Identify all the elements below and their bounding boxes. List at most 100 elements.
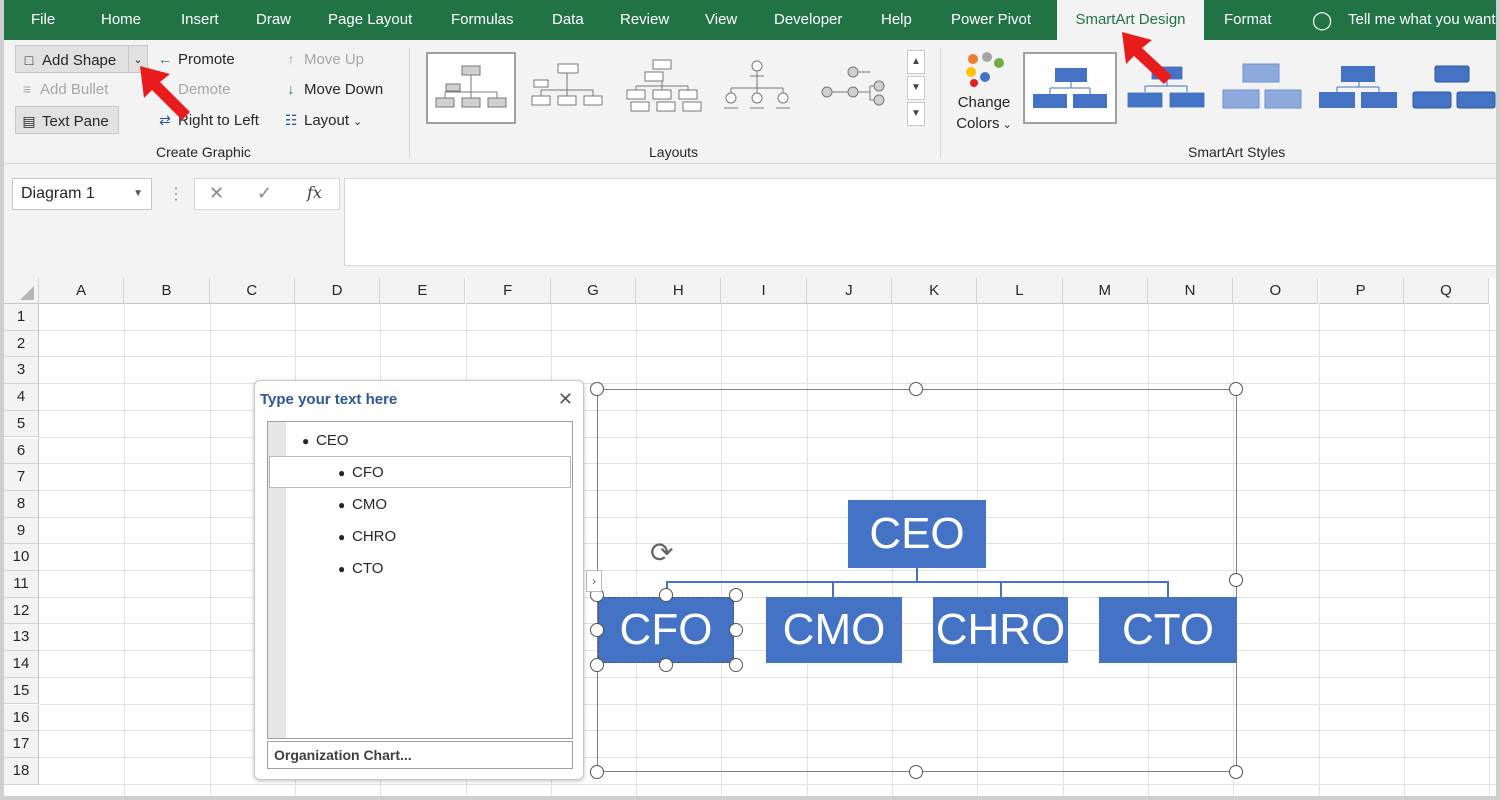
- row-header[interactable]: 8: [4, 490, 39, 518]
- column-header[interactable]: O: [1233, 278, 1319, 304]
- org-node-cto[interactable]: CTO: [1099, 597, 1237, 663]
- smartart-style-1[interactable]: [1023, 52, 1117, 124]
- column-header[interactable]: B: [124, 278, 210, 304]
- layout-option-5[interactable]: [810, 52, 900, 124]
- insert-function-icon[interactable]: fx: [307, 183, 322, 202]
- shape-resize-handle[interactable]: [659, 588, 673, 602]
- row-header[interactable]: 7: [4, 464, 39, 491]
- resize-handle[interactable]: [1229, 573, 1243, 587]
- smartart-style-4[interactable]: [1313, 52, 1407, 124]
- layout-option-4[interactable]: [714, 52, 804, 124]
- list-item[interactable]: ● CMO: [338, 496, 387, 513]
- move-down-button[interactable]: ↓ Move Down: [282, 75, 384, 103]
- row-header[interactable]: 17: [4, 731, 39, 758]
- tell-me-box[interactable]: Tell me what you want to do: [1348, 0, 1496, 40]
- list-item[interactable]: ● CEO: [302, 432, 349, 449]
- rotate-handle-icon[interactable]: ⟳: [650, 536, 673, 569]
- column-header[interactable]: N: [1147, 278, 1234, 304]
- row-header[interactable]: 1: [4, 304, 39, 331]
- resize-handle[interactable]: [1229, 765, 1243, 779]
- org-node-cmo[interactable]: CMO: [766, 597, 902, 663]
- enter-check-icon[interactable]: ✓: [257, 183, 272, 204]
- row-header[interactable]: 10: [4, 544, 39, 571]
- row-header[interactable]: 12: [4, 597, 39, 625]
- row-header[interactable]: 14: [4, 651, 39, 678]
- list-item[interactable]: ● CTO: [338, 560, 383, 577]
- shape-resize-handle[interactable]: [659, 658, 673, 672]
- tab-data[interactable]: Data: [552, 0, 584, 40]
- row-header[interactable]: 16: [4, 704, 39, 732]
- tab-home[interactable]: Home: [101, 0, 141, 40]
- row-header[interactable]: 4: [4, 384, 39, 411]
- column-header[interactable]: K: [892, 278, 978, 304]
- add-bullet-button[interactable]: ≡ Add Bullet: [18, 75, 108, 103]
- row-header[interactable]: 2: [4, 330, 39, 358]
- layouts-scroll-up[interactable]: ▲: [907, 50, 925, 74]
- row-header[interactable]: 15: [4, 677, 39, 705]
- column-header[interactable]: A: [39, 278, 125, 304]
- resize-handle[interactable]: [909, 382, 923, 396]
- layout-option-2[interactable]: [524, 52, 614, 124]
- tab-view[interactable]: View: [705, 0, 737, 40]
- smartart-style-3[interactable]: [1217, 52, 1311, 124]
- text-pane-footer-link[interactable]: Organization Chart...: [267, 741, 573, 769]
- change-colors-button[interactable]: Change Colors ⌄: [949, 50, 1019, 140]
- row-header[interactable]: 9: [4, 517, 39, 545]
- column-header[interactable]: P: [1318, 278, 1404, 304]
- resize-handle[interactable]: [590, 765, 604, 779]
- tab-power-pivot[interactable]: Power Pivot: [951, 0, 1031, 40]
- text-pane-button[interactable]: ▤ Text Pane: [15, 106, 119, 134]
- tab-developer[interactable]: Developer: [774, 0, 842, 40]
- column-header[interactable]: Q: [1403, 278, 1490, 304]
- list-item[interactable]: ● CFO: [338, 464, 384, 481]
- shape-resize-handle[interactable]: [590, 623, 604, 637]
- move-up-button[interactable]: ↑ Move Up: [282, 45, 365, 73]
- column-header[interactable]: C: [209, 278, 295, 304]
- row-header[interactable]: 6: [4, 437, 39, 465]
- tab-formulas[interactable]: Formulas: [451, 0, 514, 40]
- shape-resize-handle[interactable]: [590, 658, 604, 672]
- expand-text-pane-button[interactable]: ›: [586, 570, 602, 592]
- shape-resize-handle[interactable]: [729, 658, 743, 672]
- close-icon[interactable]: ✕: [558, 389, 573, 410]
- resize-handle[interactable]: [1229, 382, 1243, 396]
- tab-insert[interactable]: Insert: [181, 0, 219, 40]
- column-header[interactable]: D: [294, 278, 381, 304]
- resize-handle[interactable]: [909, 765, 923, 779]
- tab-format[interactable]: Format: [1224, 0, 1272, 40]
- column-header[interactable]: L: [977, 278, 1063, 304]
- smartart-style-5[interactable]: [1409, 52, 1496, 124]
- row-header[interactable]: 5: [4, 410, 39, 438]
- formula-input[interactable]: [344, 178, 1496, 266]
- row-header[interactable]: 13: [4, 624, 39, 652]
- resize-handle[interactable]: [590, 382, 604, 396]
- layout-option-3[interactable]: [619, 52, 709, 124]
- column-header[interactable]: F: [465, 278, 551, 304]
- row-header[interactable]: 18: [4, 757, 39, 785]
- tab-file[interactable]: File: [31, 0, 55, 40]
- tab-help[interactable]: Help: [881, 0, 912, 40]
- add-shape-button[interactable]: □ Add Shape: [15, 45, 129, 73]
- shape-resize-handle[interactable]: [729, 588, 743, 602]
- resize-handle-icon[interactable]: ⋮: [168, 184, 184, 204]
- select-all-corner[interactable]: [4, 278, 39, 304]
- org-node-ceo[interactable]: CEO: [848, 500, 986, 568]
- column-header[interactable]: I: [721, 278, 807, 304]
- layouts-more[interactable]: ▼: [907, 102, 925, 126]
- column-header[interactable]: H: [636, 278, 722, 304]
- list-item[interactable]: ● CHRO: [338, 528, 396, 545]
- layout-button[interactable]: ☷ Layout ⌄: [282, 106, 363, 134]
- column-header[interactable]: J: [806, 278, 892, 304]
- layouts-scroll-down[interactable]: ▼: [907, 76, 925, 100]
- smartart-frame[interactable]: CEO CFO CMO CHRO CTO ⟳ ›: [586, 382, 1243, 779]
- tab-page-layout[interactable]: Page Layout: [328, 0, 412, 40]
- name-box[interactable]: Diagram 1 ▼: [12, 178, 152, 210]
- text-pane-list[interactable]: ● CEO ● CFO ● CMO ● CHRO ● CTO: [267, 421, 573, 739]
- cancel-icon[interactable]: ✕: [209, 183, 224, 204]
- tab-draw[interactable]: Draw: [256, 0, 291, 40]
- org-node-chro[interactable]: CHRO: [933, 597, 1068, 663]
- row-header[interactable]: 3: [4, 357, 39, 385]
- column-header[interactable]: G: [550, 278, 637, 304]
- tab-review[interactable]: Review: [620, 0, 669, 40]
- column-header[interactable]: E: [380, 278, 466, 304]
